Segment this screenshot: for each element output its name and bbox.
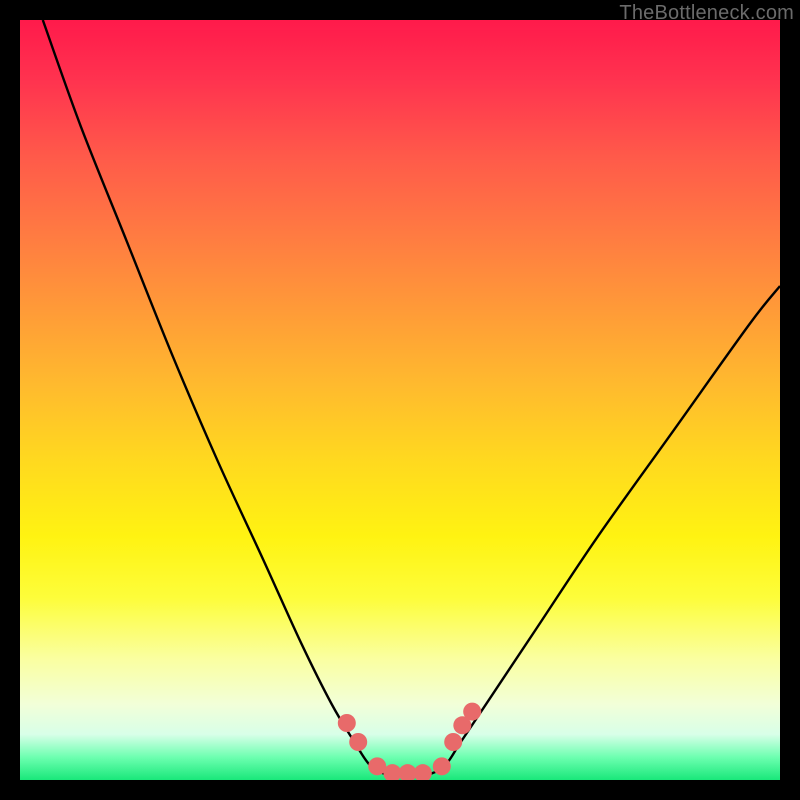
highlight-dot	[414, 764, 432, 780]
curve-path	[43, 20, 780, 776]
highlight-dot	[338, 714, 356, 732]
plot-area	[20, 20, 780, 780]
highlight-dots	[338, 703, 481, 780]
highlight-dot	[433, 757, 451, 775]
watermark-text: TheBottleneck.com	[619, 2, 794, 25]
highlight-dot	[444, 733, 462, 751]
chart-frame: TheBottleneck.com	[0, 0, 800, 800]
bottleneck-curve	[43, 20, 780, 776]
highlight-dot	[349, 733, 367, 751]
highlight-dot	[463, 703, 481, 721]
curve-layer	[20, 20, 780, 780]
